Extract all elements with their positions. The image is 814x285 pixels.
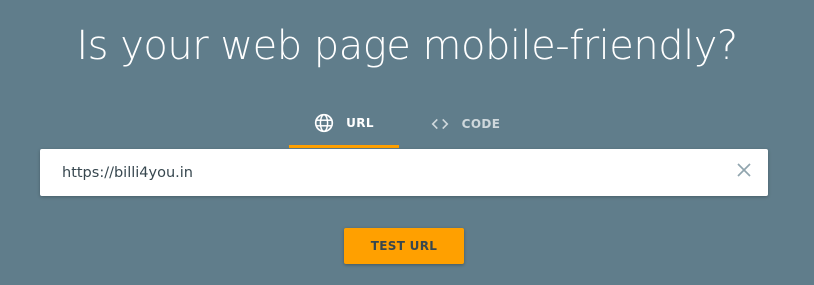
test-url-button[interactable]: TEST URL xyxy=(344,228,464,264)
url-input[interactable] xyxy=(62,149,702,196)
tab-code-label: CODE xyxy=(461,117,501,131)
tab-url-label: URL xyxy=(346,115,374,130)
code-brackets-icon xyxy=(430,114,450,134)
test-url-button-label: TEST URL xyxy=(370,239,438,253)
input-mode-tabs: URL CODE xyxy=(0,100,814,148)
url-input-box xyxy=(40,149,768,196)
globe-icon xyxy=(314,113,334,133)
page-title: Is your web page mobile-friendly? xyxy=(76,23,738,69)
close-icon xyxy=(737,162,751,182)
tab-url[interactable]: URL xyxy=(289,100,399,148)
clear-input-button[interactable] xyxy=(734,162,754,182)
tab-code[interactable]: CODE xyxy=(410,100,520,148)
